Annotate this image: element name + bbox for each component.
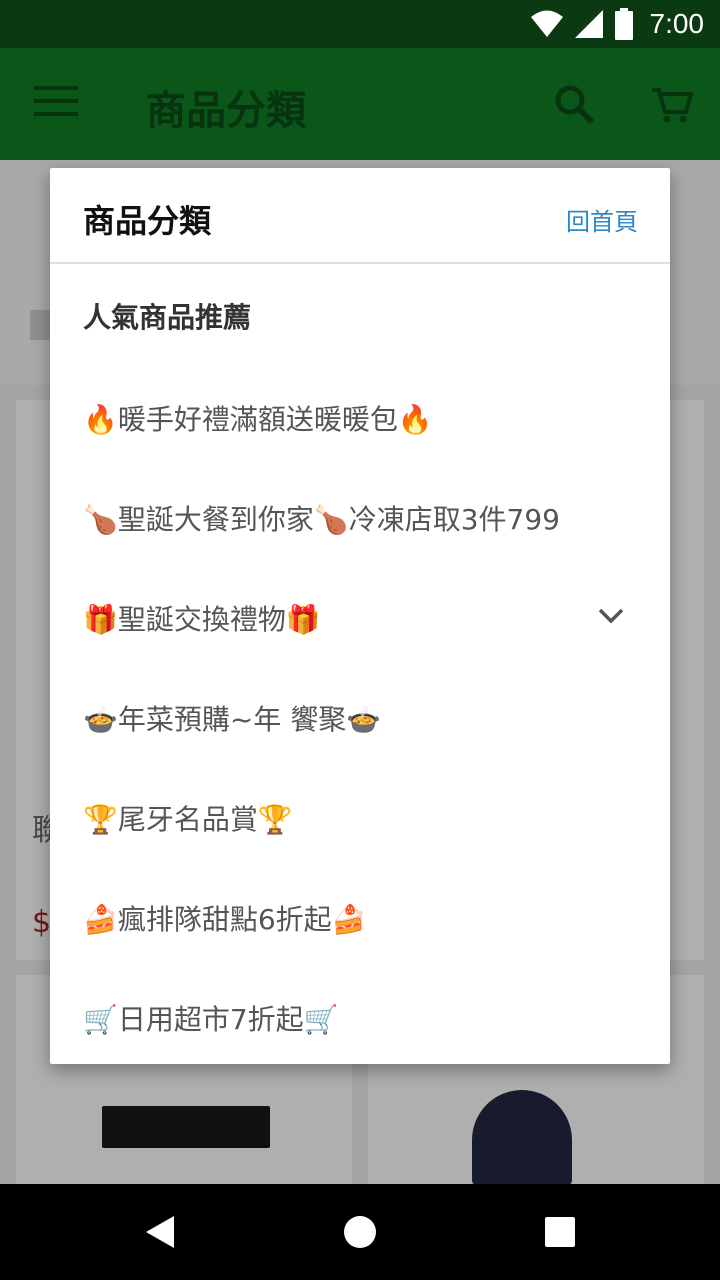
- category-item[interactable]: 🍗聖誕大餐到你家🍗冷凍店取3件799: [50, 476, 670, 556]
- status-time: 7:00: [649, 8, 705, 39]
- category-item[interactable]: 🔥暖手好禮滿額送暖暖包🔥: [50, 376, 670, 456]
- dialog-header: 商品分類 回首頁: [50, 168, 670, 264]
- category-dialog: 商品分類 回首頁 人氣商品推薦 🔥暖手好禮滿額送暖暖包🔥 🍗聖誕大餐到你家🍗冷凍…: [50, 168, 670, 1064]
- system-nav-bar: [0, 1184, 720, 1280]
- recents-icon[interactable]: [536, 1208, 584, 1256]
- category-item[interactable]: 🍲年菜預購~年 饗聚🍲: [50, 676, 670, 756]
- category-label: 🎁聖誕交換禮物🎁: [83, 603, 321, 636]
- category-item[interactable]: 🏆尾牙名品賞🏆: [50, 776, 670, 856]
- category-label: 🔥暖手好禮滿額送暖暖包🔥: [83, 403, 433, 436]
- category-label: 🍲年菜預購~年 饗聚🍲: [83, 703, 382, 736]
- category-label: 🍰瘋排隊甜點6折起🍰: [83, 903, 367, 936]
- battery-icon: [614, 8, 633, 40]
- home-link[interactable]: 回首頁: [566, 202, 638, 237]
- home-icon[interactable]: [336, 1208, 384, 1256]
- category-label: 🏆尾牙名品賞🏆: [83, 803, 293, 836]
- category-label: 🛒日用超市7折起🛒: [83, 1003, 339, 1036]
- category-item[interactable]: 🛒日用超市7折起🛒: [50, 976, 670, 1056]
- section-title: 人氣商品推薦: [83, 301, 252, 334]
- back-icon[interactable]: [136, 1208, 184, 1256]
- category-item[interactable]: 🍰瘋排隊甜點6折起🍰: [50, 876, 670, 956]
- dialog-title: 商品分類: [83, 202, 212, 240]
- category-item[interactable]: 🎁聖誕交換禮物🎁: [50, 576, 670, 656]
- cellular-signal-icon: [574, 10, 603, 38]
- chevron-down-icon[interactable]: [596, 604, 626, 628]
- category-label: 🍗聖誕大餐到你家🍗冷凍店取3件799: [83, 503, 560, 536]
- status-bar: 7:00: [0, 0, 720, 48]
- wifi-icon: [530, 10, 563, 37]
